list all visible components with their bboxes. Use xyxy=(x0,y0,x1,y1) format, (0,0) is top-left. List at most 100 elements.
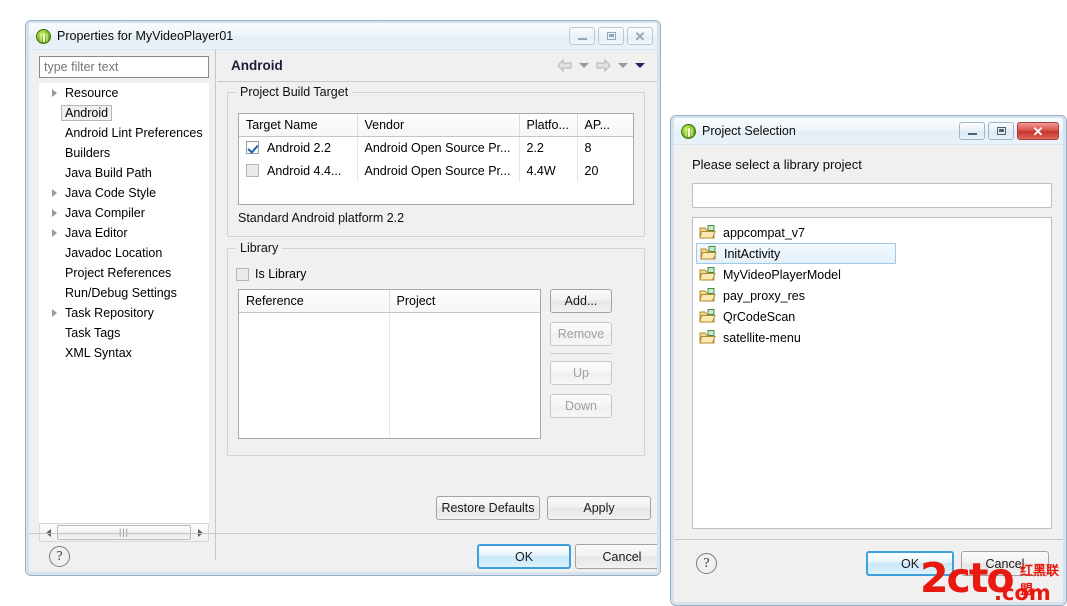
expand-arrow-icon[interactable] xyxy=(47,309,61,317)
library-references-table[interactable]: Reference Project xyxy=(238,289,541,439)
maximize-button[interactable] xyxy=(598,27,624,45)
tree-item-task-repository[interactable]: Task Repository xyxy=(39,303,209,323)
ok-button[interactable]: OK xyxy=(477,544,571,569)
group-legend: Library xyxy=(236,241,283,255)
android-settings-pane: Android Project Build Target Target Name… xyxy=(217,50,657,572)
tree-item-label: Builders xyxy=(65,146,111,160)
platform-cell: 2.2 xyxy=(519,136,578,159)
preferences-tree[interactable]: Resource Android Android Lint Preference… xyxy=(39,83,209,523)
expand-arrow-icon[interactable] xyxy=(47,89,61,97)
target-name-cell[interactable]: Android 2.2 xyxy=(239,136,358,159)
target-name-cell[interactable]: Android 4.4... xyxy=(239,159,358,182)
tree-item-xml-syntax[interactable]: XML Syntax xyxy=(39,343,209,363)
project-name: InitActivity xyxy=(724,246,781,261)
cancel-button[interactable]: Cancel xyxy=(961,551,1049,576)
tree-item-project-references[interactable]: Project References xyxy=(39,263,209,283)
eclipse-icon xyxy=(681,123,696,139)
tree-item-resource[interactable]: Resource xyxy=(39,83,209,103)
column-header-platform[interactable]: Platfo... xyxy=(519,114,578,137)
apply-button[interactable]: Apply xyxy=(547,496,651,520)
target-name-label: Android 2.2 xyxy=(267,140,331,155)
back-arrow-icon[interactable] xyxy=(557,59,572,72)
target-checkbox-unchecked-icon[interactable] xyxy=(246,163,259,177)
empty-cell xyxy=(239,312,390,438)
tree-item-java-compiler[interactable]: Java Compiler xyxy=(39,203,209,223)
help-icon[interactable]: ? xyxy=(696,553,717,574)
project-selection-body: Please select a library project appcompa… xyxy=(674,145,1063,602)
tree-item-java-editor[interactable]: Java Editor xyxy=(39,223,209,243)
tree-item-java-build-path[interactable]: Java Build Path xyxy=(39,163,209,183)
tree-item-label: Java Editor xyxy=(65,226,128,240)
remove-button[interactable]: Remove xyxy=(550,322,612,346)
tree-item-label: Run/Debug Settings xyxy=(65,286,177,300)
cancel-button[interactable]: Cancel xyxy=(575,544,657,569)
build-target-table[interactable]: Target Name Vendor Platfo... AP... Andro… xyxy=(238,113,634,205)
group-legend: Project Build Target xyxy=(236,85,353,99)
is-library-checkbox-unchecked-icon[interactable] xyxy=(236,267,249,281)
forward-arrow-icon[interactable] xyxy=(596,59,611,72)
column-header-project[interactable]: Project xyxy=(389,290,540,313)
tree-item-label: Javadoc Location xyxy=(65,246,163,260)
list-item[interactable]: satellite-menu xyxy=(693,327,1051,348)
minimize-button[interactable] xyxy=(569,27,595,45)
back-history-chevron-down-icon[interactable] xyxy=(579,63,589,68)
help-icon[interactable]: ? xyxy=(49,546,70,567)
tree-item-label: Project References xyxy=(65,266,172,280)
tree-item-label: Java Build Path xyxy=(65,166,152,180)
target-checkbox-checked-icon[interactable] xyxy=(246,140,259,154)
tree-item-android[interactable]: Android xyxy=(39,103,209,123)
project-filter-input[interactable] xyxy=(692,183,1052,208)
tree-item-run-debug-settings[interactable]: Run/Debug Settings xyxy=(39,283,209,303)
add-button[interactable]: Add... xyxy=(550,289,612,313)
list-item[interactable]: pay_proxy_res xyxy=(693,285,1051,306)
close-button[interactable]: ✕ xyxy=(627,27,653,45)
page-title: Android xyxy=(231,58,283,73)
tree-item-javadoc-location[interactable]: Javadoc Location xyxy=(39,243,209,263)
properties-window-buttons: ✕ xyxy=(569,27,653,45)
restore-defaults-button[interactable]: Restore Defaults xyxy=(436,496,540,520)
list-item[interactable]: InitActivity xyxy=(696,243,896,264)
tree-item-android-lint-preferences[interactable]: Android Lint Preferences xyxy=(39,123,209,143)
tree-item-label: Task Tags xyxy=(65,326,121,340)
platform-cell: 4.4W xyxy=(519,159,578,182)
empty-cell xyxy=(389,312,540,438)
column-header-reference[interactable]: Reference xyxy=(239,290,390,313)
list-item[interactable]: QrCodeScan xyxy=(693,306,1051,327)
close-button[interactable]: ✕ xyxy=(1017,122,1059,140)
view-menu-chevron-down-icon[interactable] xyxy=(635,63,645,68)
project-selection-window-buttons: ✕ xyxy=(959,122,1059,140)
expand-arrow-icon[interactable] xyxy=(47,209,61,217)
column-header-target-name[interactable]: Target Name xyxy=(239,114,358,137)
project-folder-icon xyxy=(699,309,716,324)
column-header-vendor[interactable]: Vendor xyxy=(357,114,520,137)
filter-input[interactable] xyxy=(39,56,209,78)
tree-item-label: Android Lint Preferences xyxy=(65,126,203,140)
ok-button[interactable]: OK xyxy=(866,551,954,576)
list-item[interactable]: MyVideoPlayerModel xyxy=(693,264,1051,285)
tree-item-builders[interactable]: Builders xyxy=(39,143,209,163)
button-divider xyxy=(550,353,612,354)
expand-arrow-icon[interactable] xyxy=(47,189,61,197)
table-row[interactable]: Android 2.2 Android Open Source Pr... 2.… xyxy=(239,136,633,159)
project-selection-titlebar: Project Selection ✕ xyxy=(674,118,1063,145)
nav-controls xyxy=(557,59,645,72)
column-header-api[interactable]: AP... xyxy=(577,114,633,137)
selection-prompt: Please select a library project xyxy=(692,157,862,172)
list-item[interactable]: appcompat_v7 xyxy=(693,222,1051,243)
project-name: MyVideoPlayerModel xyxy=(723,267,841,282)
properties-title: Properties for MyVideoPlayer01 xyxy=(57,29,234,43)
expand-arrow-icon[interactable] xyxy=(47,229,61,237)
project-list[interactable]: appcompat_v7 InitActivity MyVideoPlayerM… xyxy=(692,217,1052,529)
table-row[interactable]: Android 4.4... Android Open Source Pr...… xyxy=(239,159,633,182)
minimize-button[interactable] xyxy=(959,122,985,140)
screen: Properties for MyVideoPlayer01 ✕ Resourc… xyxy=(0,0,1067,606)
forward-history-chevron-down-icon[interactable] xyxy=(618,63,628,68)
up-button[interactable]: Up xyxy=(550,361,612,385)
tree-item-java-code-style[interactable]: Java Code Style xyxy=(39,183,209,203)
footer-divider xyxy=(674,539,1063,540)
tree-item-task-tags[interactable]: Task Tags xyxy=(39,323,209,343)
table-header-row: Reference Project xyxy=(239,290,540,313)
down-button[interactable]: Down xyxy=(550,394,612,418)
is-library-checkbox[interactable]: Is Library xyxy=(236,267,306,281)
maximize-button[interactable] xyxy=(988,122,1014,140)
